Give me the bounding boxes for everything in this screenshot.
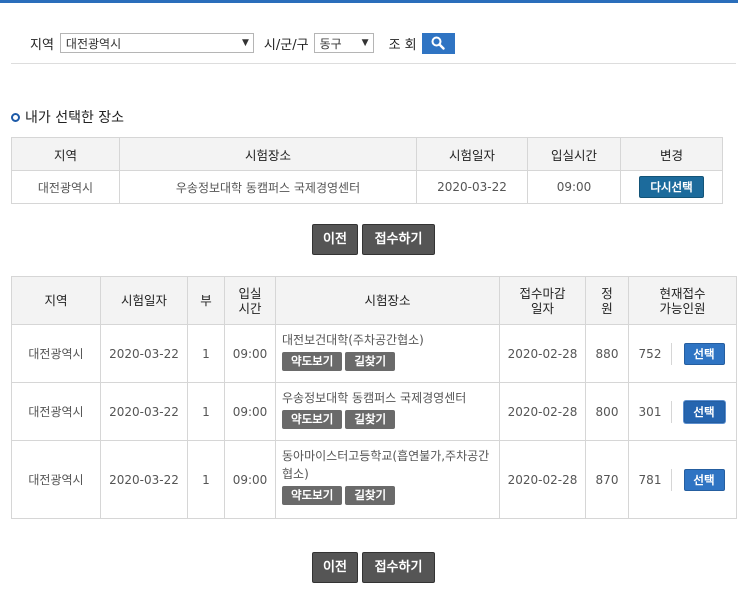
route-button[interactable]: 길찾기 xyxy=(345,410,396,429)
col-header-entry-time: 입실 시간 xyxy=(224,276,276,325)
district-select[interactable]: 동구 ▼ xyxy=(313,33,374,53)
available-count: 752 xyxy=(638,346,662,361)
search-bar: 지역 대전광역시 ▼ 시/군/구 동구 ▼ 조 회 xyxy=(30,32,455,54)
place-name: 우송정보대학 동캠퍼스 국제경영센터 xyxy=(282,391,467,405)
available-count: 301 xyxy=(638,404,662,419)
table-row: 대전광역시 2020-03-22 1 09:00 우송정보대학 동캠퍼스 국제경영센터 약… xyxy=(11,382,737,441)
cell-capacity: 880 xyxy=(585,324,629,383)
route-button[interactable]: 길찾기 xyxy=(345,352,396,371)
nav-buttons-top: 이전 접수하기 xyxy=(312,224,435,255)
chevron-down-icon: ▼ xyxy=(242,38,249,48)
nav-buttons-bottom: 이전 접수하기 xyxy=(312,552,435,583)
cell-part: 1 xyxy=(187,324,225,383)
cell-region: 대전광역시 xyxy=(11,382,101,441)
top-accent-line xyxy=(0,0,738,3)
cell-capacity: 870 xyxy=(585,440,629,519)
cell-place: 우송정보대학 동캠퍼스 국제경영센터 xyxy=(119,170,417,204)
cell-time: 09:00 xyxy=(224,324,276,383)
selected-place-table: 지역 시험장소 시험일자 입실시간 변경 대전광역시 우송정보대학 동캠퍼스 국… xyxy=(11,137,723,204)
col-header: 지역 xyxy=(11,137,120,171)
cell-region: 대전광역시 xyxy=(11,170,120,204)
select-button[interactable]: 선택 xyxy=(683,342,725,365)
select-cell: 선택 xyxy=(671,342,736,365)
cell-time: 09:00 xyxy=(224,440,276,519)
map-button[interactable]: 약도보기 xyxy=(282,352,343,371)
chevron-down-icon: ▼ xyxy=(361,38,369,48)
selected-section-title: 내가 선택한 장소 xyxy=(11,107,124,127)
search-button[interactable] xyxy=(421,32,455,54)
cell-deadline: 2020-02-28 xyxy=(499,440,586,519)
cell-available: 301 선택 xyxy=(628,382,737,441)
query-label: 조 회 xyxy=(388,37,417,53)
col-header: 시험일자 xyxy=(416,137,528,171)
col-header: 입실시간 xyxy=(527,137,621,171)
map-button[interactable]: 약도보기 xyxy=(282,486,343,505)
col-header-deadline: 접수마감 일자 xyxy=(499,276,586,325)
place-name: 동아마이스터고등학교(흡연불가,주차공간협소) xyxy=(282,449,490,481)
place-name: 대전보건대학(주차공간협소) xyxy=(282,333,424,347)
reselect-button[interactable]: 다시선택 xyxy=(639,176,704,198)
select-cell: 선택 xyxy=(671,400,736,423)
cell-place: 대전보건대학(주차공간협소) 약도보기 길찾기 xyxy=(275,324,500,383)
submit-button[interactable]: 접수하기 xyxy=(362,552,435,583)
region-select[interactable]: 대전광역시 ▼ xyxy=(59,33,254,53)
region-label: 지역 xyxy=(30,37,54,53)
table-row: 대전광역시 2020-03-22 1 09:00 대전보건대학(주차공간협소) 약도보기 길… xyxy=(11,324,737,383)
district-select-value: 동구 xyxy=(319,36,342,51)
col-header-part: 부 xyxy=(187,276,225,325)
cell-date: 2020-03-22 xyxy=(100,382,188,441)
route-button[interactable]: 길찾기 xyxy=(345,486,396,505)
cell-time: 09:00 xyxy=(224,382,276,441)
prev-button[interactable]: 이전 xyxy=(312,224,358,255)
cell-change: 다시선택 xyxy=(620,170,723,204)
col-header-place: 시험장소 xyxy=(275,276,500,325)
district-label: 시/군/구 xyxy=(263,37,309,53)
cell-date: 2020-03-22 xyxy=(416,170,528,204)
col-header: 시험장소 xyxy=(119,137,417,171)
table-row: 대전광역시 우송정보대학 동캠퍼스 국제경영센터 2020-03-22 09:0… xyxy=(11,170,723,204)
prev-button[interactable]: 이전 xyxy=(312,552,358,583)
cell-date: 2020-03-22 xyxy=(100,324,188,383)
col-header-capacity: 정 원 xyxy=(585,276,629,325)
cell-region: 대전광역시 xyxy=(11,324,101,383)
available-count: 781 xyxy=(638,472,662,487)
cell-date: 2020-03-22 xyxy=(100,440,188,519)
divider xyxy=(11,63,736,64)
exam-place-table: 지역 시험일자 부 입실 시간 시험장소 접수마감 일자 정 원 현재접수 가능… xyxy=(11,276,737,519)
circle-bullet-icon xyxy=(11,112,20,122)
submit-button[interactable]: 접수하기 xyxy=(362,224,435,255)
select-button[interactable]: 선택 xyxy=(683,468,725,491)
map-button[interactable]: 약도보기 xyxy=(282,410,343,429)
table-row: 대전광역시 2020-03-22 1 09:00 동아마이스터고등학교(흡연불가,주차공… xyxy=(11,440,737,519)
col-header: 변경 xyxy=(620,137,723,171)
cell-part: 1 xyxy=(187,440,225,519)
region-select-value: 대전광역시 xyxy=(65,36,122,51)
selected-title-text: 내가 선택한 장소 xyxy=(25,110,125,126)
col-header-date: 시험일자 xyxy=(100,276,188,325)
cell-time: 09:00 xyxy=(527,170,621,204)
cell-place: 동아마이스터고등학교(흡연불가,주차공간협소) 약도보기 길찾기 xyxy=(275,440,500,519)
col-header-region: 지역 xyxy=(11,276,101,325)
select-cell: 선택 xyxy=(671,468,736,491)
cell-part: 1 xyxy=(187,382,225,441)
col-header-available: 현재접수 가능인원 xyxy=(628,276,737,325)
cell-place: 우송정보대학 동캠퍼스 국제경영센터약도보기 길찾기 xyxy=(275,382,500,441)
cell-available: 781 선택 xyxy=(628,440,737,519)
cell-capacity: 800 xyxy=(585,382,629,441)
cell-deadline: 2020-02-28 xyxy=(499,324,586,383)
select-button[interactable]: 선택 xyxy=(683,400,725,423)
search-icon xyxy=(431,36,445,50)
table-header-row: 지역 시험장소 시험일자 입실시간 변경 xyxy=(11,137,723,171)
cell-deadline: 2020-02-28 xyxy=(499,382,586,441)
table-header-row: 지역 시험일자 부 입실 시간 시험장소 접수마감 일자 정 원 현재접수 가능… xyxy=(11,276,737,325)
cell-region: 대전광역시 xyxy=(11,440,101,519)
cell-available: 752 선택 xyxy=(628,324,737,383)
